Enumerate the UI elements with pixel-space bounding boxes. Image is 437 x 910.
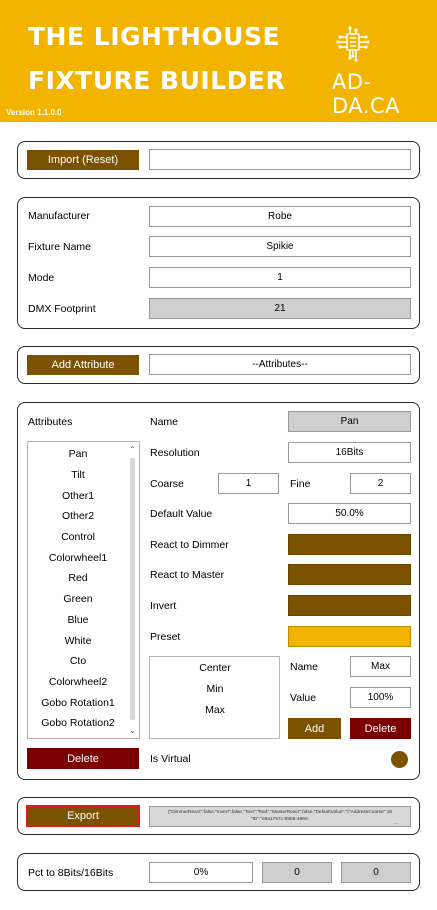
attributes-header: Attributes <box>28 416 73 428</box>
app-title-line2: FIXTURE BUILDER <box>28 66 286 95</box>
coarse-input[interactable]: 1 <box>218 473 279 494</box>
list-item[interactable]: Tilt <box>28 469 128 481</box>
dmx-footprint-label: DMX Footprint <box>28 303 96 315</box>
add-preset-button[interactable]: Add <box>288 718 341 739</box>
resolution-select[interactable]: 16Bits <box>288 442 411 463</box>
is-virtual-toggle[interactable] <box>391 751 408 768</box>
circuit-chip-icon <box>336 26 370 62</box>
fine-input[interactable]: 2 <box>350 473 411 494</box>
import-reset-button[interactable]: Import (Reset) <box>27 150 139 170</box>
app-title-line1: THE LIGHTHOUSE <box>28 22 281 51</box>
fixture-name-input[interactable]: Spikie <box>149 236 411 257</box>
dmx-footprint-value: 21 <box>149 298 411 319</box>
react-master-label: React to Master <box>150 569 225 581</box>
name-label: Name <box>150 416 179 428</box>
export-json-line1: {"DimmerReact":false,"Invert":false,"Tex… <box>167 810 393 815</box>
list-item[interactable]: Other1 <box>28 490 128 502</box>
bits8-output: 0 <box>262 862 332 883</box>
list-item[interactable]: Control <box>28 531 128 543</box>
list-item[interactable]: White <box>28 635 128 647</box>
mode-label: Mode <box>28 272 55 284</box>
resolution-label: Resolution <box>150 447 200 459</box>
list-item[interactable]: Green <box>28 593 128 605</box>
invert-toggle[interactable] <box>288 595 411 616</box>
manufacturer-input[interactable]: Robe <box>149 206 411 227</box>
manufacturer-label: Manufacturer <box>28 210 90 222</box>
delete-preset-button[interactable]: Delete <box>350 718 411 739</box>
version-label: Version 1.1.0.0 <box>6 108 62 117</box>
react-master-toggle[interactable] <box>288 564 411 585</box>
export-json-output[interactable]: {"DimmerReact":false,"Invert":false,"Tex… <box>149 806 411 827</box>
app-header: THE LIGHTHOUSE FIXTURE BUILDER AD-DA.CA … <box>0 0 437 122</box>
react-dimmer-toggle[interactable] <box>288 534 411 555</box>
delete-attribute-button[interactable]: Delete <box>27 748 139 769</box>
list-item[interactable]: Red <box>28 572 128 584</box>
pct-label: Pct to 8Bits/16Bits <box>28 867 114 879</box>
import-input[interactable] <box>149 149 411 170</box>
react-dimmer-label: React to Dimmer <box>150 539 229 551</box>
attributes-list[interactable]: Pan Tilt Other1 Other2 Control Colorwhee… <box>27 441 140 739</box>
add-attribute-button[interactable]: Add Attribute <box>27 355 139 375</box>
fixture-name-label: Fixture Name <box>28 241 92 253</box>
bits16-output: 0 <box>341 862 411 883</box>
invert-label: Invert <box>150 600 177 612</box>
list-item[interactable]: Max <box>150 704 280 716</box>
default-value-label: Default Value <box>150 508 213 520</box>
attribute-name-input[interactable]: Pan <box>288 411 411 432</box>
list-item[interactable]: Min <box>150 683 280 695</box>
list-item[interactable]: Blue <box>28 614 128 626</box>
export-json-ellipsis: ... <box>394 821 398 826</box>
preset-toggle[interactable] <box>288 626 411 647</box>
attributes-select[interactable]: --Attributes-- <box>149 354 411 375</box>
brand-name: AD-DA.CA <box>332 70 401 118</box>
mode-input[interactable]: 1 <box>149 267 411 288</box>
preset-label: Preset <box>150 631 181 643</box>
list-item[interactable]: Cto <box>28 655 128 667</box>
preset-value-input[interactable]: 100% <box>350 687 411 708</box>
scroll-thumb[interactable] <box>130 458 135 720</box>
preset-list[interactable]: Center Min Max <box>149 656 280 739</box>
pct-input[interactable]: 0% <box>149 862 253 883</box>
list-item[interactable]: Center <box>150 662 280 674</box>
export-json-line2: "ID":"e8a1757c-88b8-4960- <box>250 817 310 822</box>
preset-name-label: Name <box>290 661 319 673</box>
preset-name-input[interactable]: Max <box>350 656 411 677</box>
list-item[interactable]: Gobo Rotation2 <box>28 717 128 729</box>
chevron-up-icon[interactable]: ⌃ <box>128 445 137 454</box>
fine-label: Fine <box>290 478 311 490</box>
list-item[interactable]: Gobo Rotation1 <box>28 697 128 709</box>
default-value-input[interactable]: 50.0% <box>288 503 411 524</box>
attributes-scrollbar[interactable]: ⌃ ⌄ <box>126 442 139 738</box>
list-item[interactable]: Colorwheel2 <box>28 676 128 688</box>
preset-value-label: Value <box>290 692 317 704</box>
is-virtual-label: Is Virtual <box>150 753 191 765</box>
list-item[interactable]: Colorwheel1 <box>28 552 128 564</box>
coarse-label: Coarse <box>150 478 184 490</box>
list-item[interactable]: Pan <box>28 448 128 460</box>
chevron-down-icon[interactable]: ⌄ <box>128 726 137 735</box>
list-item[interactable]: Other2 <box>28 510 128 522</box>
export-button[interactable]: Export <box>26 805 140 827</box>
